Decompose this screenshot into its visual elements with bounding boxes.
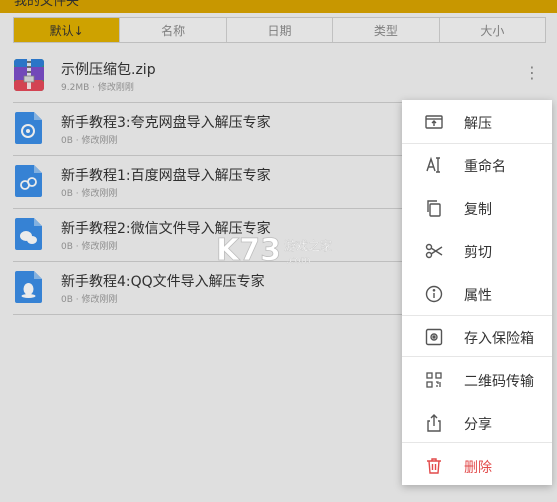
sort-tabs: 默认↓ 名称 日期 类型 大小 — [13, 17, 546, 43]
menu-divider — [402, 442, 552, 443]
file-meta: 9.2MB · 修改刚刚 — [61, 83, 134, 93]
menu-item-properties[interactable]: 属性 — [402, 272, 552, 315]
menu-label: 存入保险箱 — [464, 331, 534, 347]
menu-label: 删除 — [464, 460, 492, 476]
file-row[interactable]: 示例压缩包.zip 9.2MB · 修改刚刚 ⋮ — [13, 50, 546, 103]
safe-icon — [424, 327, 444, 347]
file-meta: 0B · 修改刚刚 — [61, 242, 118, 252]
file-name: 新手教程4:QQ文件导入解压专家 — [61, 274, 265, 290]
qq-doc-icon — [13, 270, 45, 304]
rename-icon — [424, 155, 444, 175]
menu-label: 解压 — [464, 116, 492, 132]
sort-tab-date[interactable]: 日期 — [227, 18, 334, 42]
sort-tab-default[interactable]: 默认↓ — [14, 18, 121, 42]
file-name: 新手教程2:微信文件导入解压专家 — [61, 221, 271, 237]
file-meta: 0B · 修改刚刚 — [61, 136, 118, 146]
context-menu: 解压 重命名 复制 剪切 属性 存入保险箱 二维码传输 分享 删除 — [402, 100, 552, 485]
wechat-doc-icon — [13, 217, 45, 251]
menu-item-share[interactable]: 分享 — [402, 401, 552, 444]
menu-item-qr-transfer[interactable]: 二维码传输 — [402, 358, 552, 401]
menu-label: 属性 — [464, 288, 492, 304]
menu-divider — [402, 356, 552, 357]
sort-tab-name[interactable]: 名称 — [120, 18, 227, 42]
more-options-icon[interactable]: ⋮ — [524, 63, 540, 83]
menu-item-copy[interactable]: 复制 — [402, 186, 552, 229]
baidu-doc-icon — [13, 164, 45, 198]
copy-icon — [424, 198, 444, 218]
quark-doc-icon — [13, 111, 45, 145]
share-icon — [424, 413, 444, 433]
menu-label: 剪切 — [464, 245, 492, 261]
file-name: 示例压缩包.zip — [61, 62, 156, 78]
top-bar: 我的文件夹 — [0, 0, 557, 13]
sort-tab-type[interactable]: 类型 — [333, 18, 440, 42]
folder-title: 我的文件夹 — [14, 0, 80, 9]
extract-icon — [424, 112, 444, 132]
menu-label: 重命名 — [464, 159, 506, 175]
file-meta: 0B · 修改刚刚 — [61, 189, 118, 199]
menu-item-rename[interactable]: 重命名 — [402, 143, 552, 186]
info-icon — [424, 284, 444, 304]
menu-item-cut[interactable]: 剪切 — [402, 229, 552, 272]
scissors-icon — [424, 241, 444, 261]
sort-tab-size[interactable]: 大小 — [440, 18, 545, 42]
menu-label: 二维码传输 — [464, 374, 534, 390]
file-name: 新手教程1:百度网盘导入解压专家 — [61, 168, 271, 184]
qr-code-icon — [424, 370, 444, 390]
trash-icon — [424, 456, 444, 476]
menu-item-safe[interactable]: 存入保险箱 — [402, 315, 552, 358]
menu-item-extract[interactable]: 解压 — [402, 100, 552, 143]
zip-archive-icon — [13, 58, 45, 92]
menu-item-delete[interactable]: 删除 — [402, 444, 552, 487]
file-name: 新手教程3:夸克网盘导入解压专家 — [61, 115, 271, 131]
file-meta: 0B · 修改刚刚 — [61, 295, 118, 305]
menu-label: 复制 — [464, 202, 492, 218]
menu-label: 分享 — [464, 417, 492, 433]
